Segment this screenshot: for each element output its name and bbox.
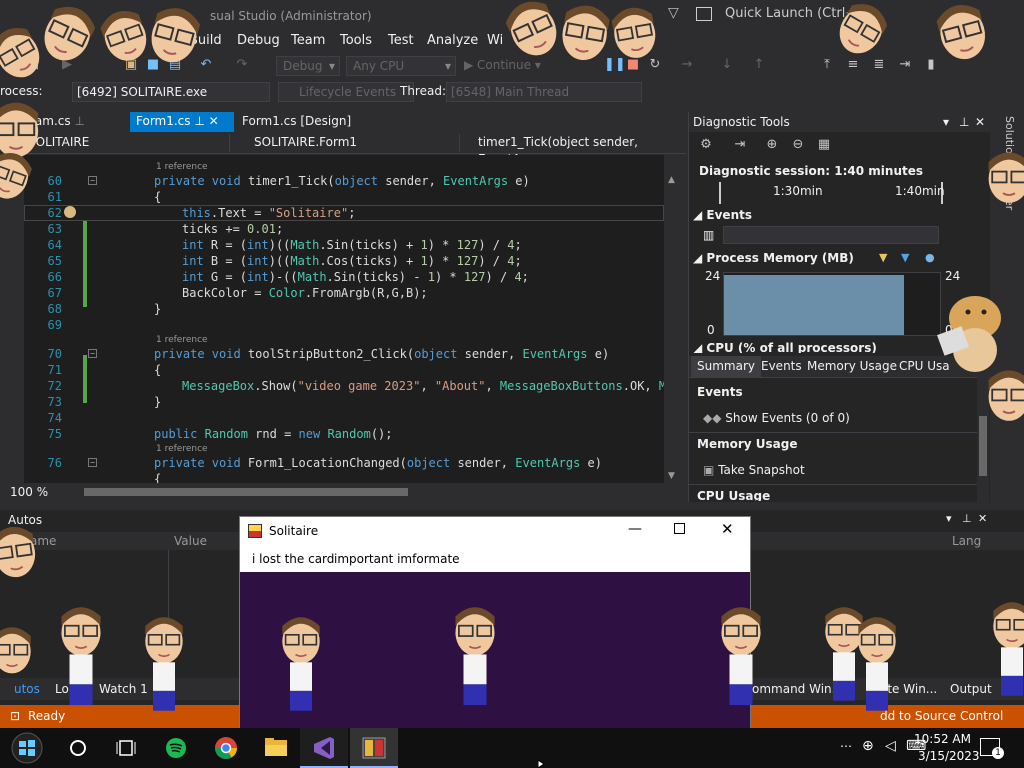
sprite-figure xyxy=(455,607,494,705)
folder-icon xyxy=(265,738,287,756)
sprite-figure xyxy=(61,607,100,705)
sprite-head xyxy=(500,0,566,64)
file-explorer-taskbar-button[interactable] xyxy=(252,728,300,768)
sprite-figure xyxy=(282,617,319,711)
notification-center-button[interactable]: 1 xyxy=(980,738,1004,759)
start-button[interactable] xyxy=(2,728,50,768)
sprite-head xyxy=(830,0,893,63)
spotify-icon xyxy=(166,738,186,758)
sprite-figure xyxy=(993,602,1024,696)
show-hidden-icons[interactable]: ⋯ xyxy=(840,739,852,753)
visual-studio-taskbar-button[interactable] xyxy=(300,728,348,768)
sprite-head xyxy=(144,2,204,69)
sprite-head xyxy=(609,3,660,63)
sprite-figure xyxy=(145,617,182,711)
sprite-head xyxy=(557,1,613,65)
vs-window: sual Studio (Administrator) ▽ Quick Laun… xyxy=(0,0,1024,768)
chrome-icon xyxy=(215,737,237,759)
network-icon[interactable]: ⊕ xyxy=(862,738,874,754)
sprite-head xyxy=(987,369,1024,422)
speaker-icon[interactable]: ◁ xyxy=(885,738,896,754)
clock-time[interactable]: 10:52 AM xyxy=(914,732,971,746)
sprite-figure xyxy=(858,617,895,711)
sprite-head xyxy=(0,146,36,205)
sprite-head xyxy=(0,626,32,675)
circle-icon xyxy=(70,740,86,756)
sprite-head xyxy=(0,101,40,159)
sprite-head xyxy=(96,4,154,68)
cortana-button[interactable] xyxy=(54,728,102,768)
sprite-head xyxy=(0,523,40,581)
sprite-head xyxy=(987,151,1024,204)
taskbar: ⋯ ⊕ ◁ ⌨ 10:52 AM 3/15/2023 1 xyxy=(0,728,1024,768)
sprite-head xyxy=(0,20,49,87)
mouse-cursor-icon xyxy=(538,760,545,768)
sprite-figure xyxy=(721,607,760,705)
notification-badge: 1 xyxy=(992,747,1004,759)
windows-logo-icon xyxy=(11,732,43,764)
task-view-button[interactable] xyxy=(102,728,150,768)
solitaire-taskbar-button[interactable] xyxy=(350,728,398,768)
doge-sprite xyxy=(937,296,1001,372)
sprite-head xyxy=(35,0,101,69)
task-view-icon xyxy=(116,740,136,756)
cartoon-sprite-overlay xyxy=(0,0,1024,728)
sprite-head xyxy=(932,0,992,66)
spotify-taskbar-button[interactable] xyxy=(152,728,200,768)
chrome-taskbar-button[interactable] xyxy=(202,728,250,768)
visual-studio-icon xyxy=(314,737,334,759)
sprite-figure xyxy=(825,607,862,701)
solitaire-app-icon xyxy=(362,737,386,759)
clock-date[interactable]: 3/15/2023 xyxy=(918,749,980,763)
